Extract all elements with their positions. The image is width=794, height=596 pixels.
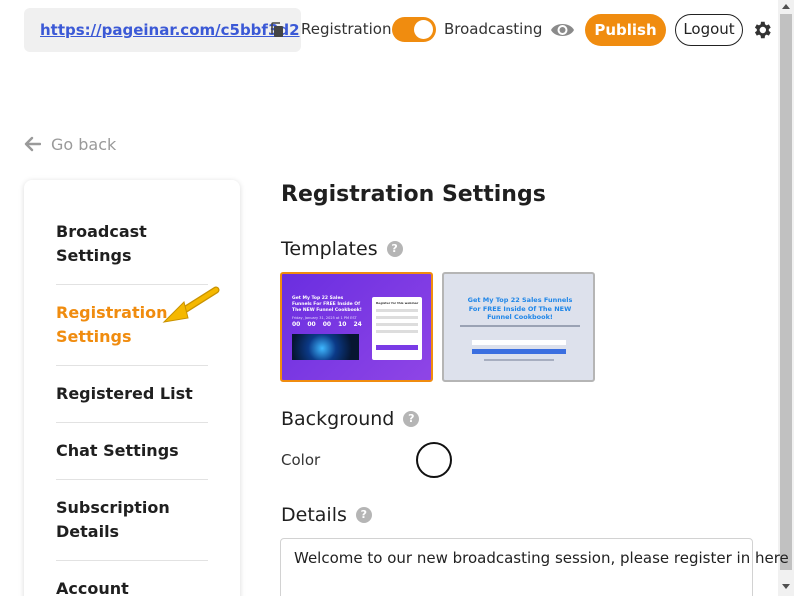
template-1-countdown: 00 00 00 10 24: [292, 321, 362, 328]
help-icon[interactable]: ?: [355, 507, 372, 523]
registration-label: Registration: [301, 20, 392, 38]
template-1-form: Register for this webinar: [372, 297, 422, 360]
gear-icon[interactable]: [751, 19, 773, 41]
sidebar-item-broadcast-settings[interactable]: Broadcast Settings: [56, 220, 208, 268]
form-field: [376, 330, 418, 333]
template-1-date: Friday, January 31, 2025 at 1 PM EST: [292, 316, 357, 320]
countdown-digit: 00: [322, 321, 332, 328]
form-field: [376, 309, 418, 312]
form-field: [376, 323, 418, 326]
logout-button[interactable]: Logout: [675, 14, 743, 46]
template-card-1[interactable]: Get My Top 22 Sales Funnels For FREE Ins…: [280, 272, 433, 382]
sidebar-item-registered-list[interactable]: Registered List: [56, 382, 208, 406]
details-heading: Details ?: [281, 504, 372, 526]
sidebar-item-label: Settings: [56, 327, 132, 346]
page-title: Registration Settings: [281, 182, 546, 207]
countdown-digit: 00: [307, 321, 316, 328]
sidebar-divider: [56, 422, 208, 423]
template-2-footnote: [484, 359, 554, 361]
countdown-digit: 24: [353, 321, 362, 328]
template-card-2[interactable]: Get My Top 22 Sales Funnels For FREE Ins…: [442, 272, 595, 382]
sidebar-item-label: Details: [56, 522, 120, 541]
toggle-knob: [414, 20, 433, 39]
eye-icon[interactable]: [550, 20, 575, 40]
sidebar-item-label: Account: [56, 579, 129, 596]
background-color-picker[interactable]: [416, 442, 452, 478]
form-field: [376, 316, 418, 319]
template-1-image: [292, 334, 359, 360]
templates-heading-label: Templates: [281, 238, 378, 260]
sidebar-item-chat-settings[interactable]: Chat Settings: [56, 439, 208, 463]
sidebar-item-account[interactable]: Account: [56, 577, 208, 596]
template-2-subtext: [460, 325, 580, 327]
scroll-up-arrow-icon[interactable]: [782, 4, 790, 9]
help-icon[interactable]: ?: [386, 241, 403, 257]
publish-button[interactable]: Publish: [585, 14, 666, 46]
form-submit: [472, 349, 566, 354]
templates-heading: Templates ?: [281, 238, 403, 260]
form-field: [472, 340, 566, 345]
page-url-link[interactable]: https://pageinar.com/c5bbf3d2: [40, 21, 300, 39]
form-submit: [376, 345, 418, 350]
background-heading: Background ?: [281, 408, 420, 430]
color-label: Color: [281, 451, 321, 469]
arrow-left-icon: [24, 136, 41, 152]
details-heading-label: Details: [281, 504, 347, 526]
go-back-link[interactable]: Go back: [24, 134, 116, 154]
broadcasting-label: Broadcasting: [444, 20, 543, 38]
template-1-form-title: Register for this webinar: [376, 301, 419, 305]
countdown-digit: 10: [338, 321, 347, 328]
page-scrollbar[interactable]: [778, 0, 794, 596]
sidebar-item-label: Chat Settings: [56, 441, 179, 460]
countdown-digit: 00: [292, 321, 301, 328]
copy-icon[interactable]: [270, 22, 284, 38]
sidebar-divider: [56, 479, 208, 480]
sidebar-item-subscription-details[interactable]: Subscription Details: [56, 496, 208, 544]
mode-toggle[interactable]: [392, 17, 436, 42]
settings-sidebar: Broadcast Settings Registration Settings…: [24, 180, 240, 596]
details-textarea[interactable]: Welcome to our new broadcasting session,…: [280, 538, 789, 596]
sidebar-item-label: Registered List: [56, 384, 193, 403]
sidebar-item-label: Subscription: [56, 498, 170, 517]
scroll-thumb[interactable]: [780, 14, 792, 570]
go-back-label: Go back: [51, 134, 117, 154]
url-box: https://pageinar.com/c5bbf3d2: [24, 8, 301, 52]
template-1-headline: Get My Top 22 Sales Funnels For FREE Ins…: [292, 296, 362, 313]
help-icon[interactable]: ?: [403, 411, 420, 427]
sidebar-divider: [56, 365, 208, 366]
details-text: Welcome to our new broadcasting session,…: [294, 549, 789, 567]
background-heading-label: Background: [281, 408, 395, 430]
sidebar-divider: [56, 560, 208, 561]
scroll-down-arrow-icon[interactable]: [782, 584, 790, 589]
template-2-headline: Get My Top 22 Sales Funnels For FREE Ins…: [467, 296, 573, 321]
sidebar-item-label: Settings: [56, 246, 132, 265]
sidebar-item-label: Broadcast: [56, 222, 147, 241]
pointer-arrow-icon: [162, 286, 220, 323]
